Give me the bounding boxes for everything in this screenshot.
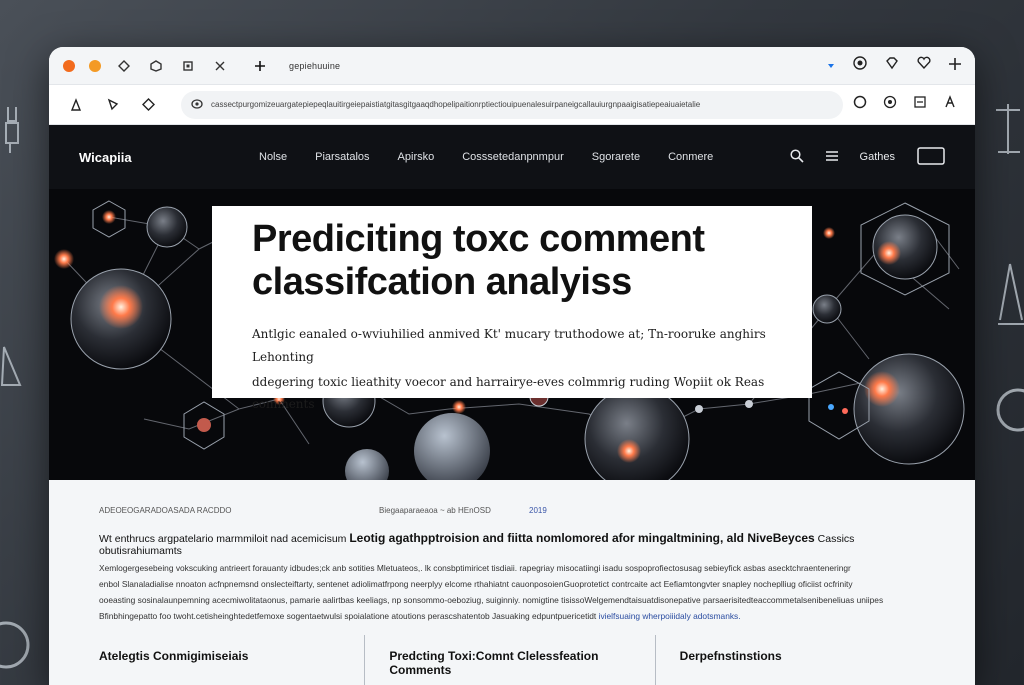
reading-list-icon[interactable] bbox=[913, 95, 927, 114]
search-icon[interactable] bbox=[789, 148, 804, 166]
triangle-icon bbox=[0, 345, 22, 390]
browser-window: gepiehuuine cassectpurgomizeuargatepiepe… bbox=[49, 47, 975, 685]
new-tab-icon[interactable] bbox=[251, 57, 269, 75]
menu-item[interactable]: Conmere bbox=[668, 151, 713, 163]
close-window-button[interactable] bbox=[63, 59, 75, 72]
hero-banner: Prediciting toxc comment classifcation a… bbox=[49, 189, 975, 480]
address-bar-tools bbox=[853, 95, 957, 114]
menu-item[interactable]: Apirsko bbox=[398, 151, 435, 163]
meta-authors: ADEOEOGARADOASADA RACDDO bbox=[99, 506, 232, 515]
lead-bold: Leotig agathpptroision and fiitta nomlom… bbox=[349, 531, 815, 545]
body-line: ooeasting sosinalaunpemning acecmiwolita… bbox=[99, 595, 884, 605]
ring-icon bbox=[0, 610, 30, 680]
site-header: Wicapiia Nolse Piarsatalos Apirsko Cosss… bbox=[49, 125, 975, 189]
tab-bar: gepiehuuine bbox=[49, 47, 975, 85]
body-line-text: Bfinbhingepatto foo twoht.cetisheinghted… bbox=[99, 611, 597, 621]
download-icon[interactable] bbox=[827, 57, 835, 75]
dial-icon bbox=[996, 380, 1024, 440]
address-bar-row: cassectpurgomizeuargatepiepeqlauitirgeie… bbox=[49, 85, 975, 125]
column-heading[interactable]: Predcting Toxi:Comnt Clelessfeation Comm… bbox=[364, 635, 654, 685]
site-logo[interactable]: Wicapiia bbox=[79, 150, 259, 165]
reload-icon[interactable] bbox=[139, 96, 157, 114]
tab-bar-tools bbox=[827, 56, 961, 75]
menu-item[interactable]: Cosssetedanpnmpur bbox=[462, 151, 564, 163]
column-heading[interactable]: Derpefnstinstions bbox=[654, 635, 945, 685]
gem-icon[interactable] bbox=[885, 56, 899, 75]
section-columns: Atelegtis Conmigimiseiais Predcting Toxi… bbox=[99, 635, 945, 685]
minimize-window-button[interactable] bbox=[89, 59, 101, 72]
header-tools: Gathes bbox=[789, 146, 945, 168]
forward-icon[interactable] bbox=[103, 96, 121, 114]
meta-date[interactable]: 2019 bbox=[529, 506, 547, 515]
tab-square-icon[interactable] bbox=[179, 57, 197, 75]
heart-icon[interactable] bbox=[917, 56, 931, 75]
back-icon[interactable] bbox=[67, 96, 85, 114]
article-meta: ADEOEOGARADOASADA RACDDO Biegaaparaeaoa … bbox=[99, 506, 925, 515]
meta-source: Biegaaparaeaoa ~ ab HEnOSD bbox=[379, 506, 491, 515]
tab-title[interactable]: gepiehuuine bbox=[289, 61, 340, 71]
rosette-icon[interactable] bbox=[853, 56, 867, 75]
hero-subtitle-line2: ddegering toxic lieathity voecor and har… bbox=[252, 374, 765, 412]
article-section: ADEOEOGARADOASADA RACDDO Biegaaparaeaoa … bbox=[49, 480, 975, 685]
hero-subtitle-line1: Antlgic eanaled o-wviuhilied anmived Kt'… bbox=[252, 327, 766, 364]
profile-icon[interactable] bbox=[943, 95, 957, 114]
menu-item[interactable]: Sgorarete bbox=[592, 151, 640, 163]
screen-toggle-icon[interactable] bbox=[917, 146, 945, 168]
plus-icon[interactable] bbox=[949, 57, 961, 75]
tab-close-icon[interactable] bbox=[211, 57, 229, 75]
site-info-icon[interactable] bbox=[191, 96, 203, 114]
gather-link[interactable]: Gathes bbox=[860, 151, 895, 163]
hero-title-line1: Prediciting toxc comment bbox=[252, 218, 705, 260]
body-line: Xemlogergesebeing vokscuking antrieert f… bbox=[99, 563, 851, 573]
url-field[interactable]: cassectpurgomizeuargatepiepeqlauitirgeie… bbox=[181, 90, 843, 119]
main-menu: Nolse Piarsatalos Apirsko Cosssetedanpnm… bbox=[259, 151, 713, 163]
hero-title-card: Prediciting toxc comment classifcation a… bbox=[212, 206, 812, 411]
menu-item[interactable]: Nolse bbox=[259, 151, 287, 163]
url-text[interactable]: cassectpurgomizeuargatepiepeqlauitirgeie… bbox=[211, 100, 700, 109]
tripod-icon bbox=[996, 260, 1024, 330]
hero-title-line2: classifcation analyiss bbox=[252, 260, 632, 303]
compass-icon bbox=[992, 100, 1022, 160]
article-lead: Wt enthrucs argpatelario marmmiloit nad … bbox=[99, 531, 925, 557]
lead-start: Wt enthrucs argpatelario marmmiloit nad … bbox=[99, 533, 347, 545]
menu-item[interactable]: Piarsatalos bbox=[315, 151, 369, 163]
menu-icon[interactable] bbox=[825, 150, 838, 164]
tab-hexagon-icon[interactable] bbox=[147, 57, 165, 75]
column-heading[interactable]: Atelegtis Conmigimiseiais bbox=[99, 635, 364, 685]
article-link[interactable]: ivielfsuaing wherpoiiidaly adotsmanks. bbox=[599, 611, 741, 621]
body-line-with-link: Bfinbhingepatto foo twoht.cetisheinghted… bbox=[99, 611, 925, 621]
wrench-icon bbox=[2, 105, 22, 155]
tab-diamond-icon[interactable] bbox=[115, 57, 133, 75]
circle-icon[interactable] bbox=[853, 95, 867, 114]
body-line: enbol Slanaladialise nnoaton acfnpnemsnd… bbox=[99, 579, 853, 589]
extension-icon[interactable] bbox=[883, 95, 897, 114]
